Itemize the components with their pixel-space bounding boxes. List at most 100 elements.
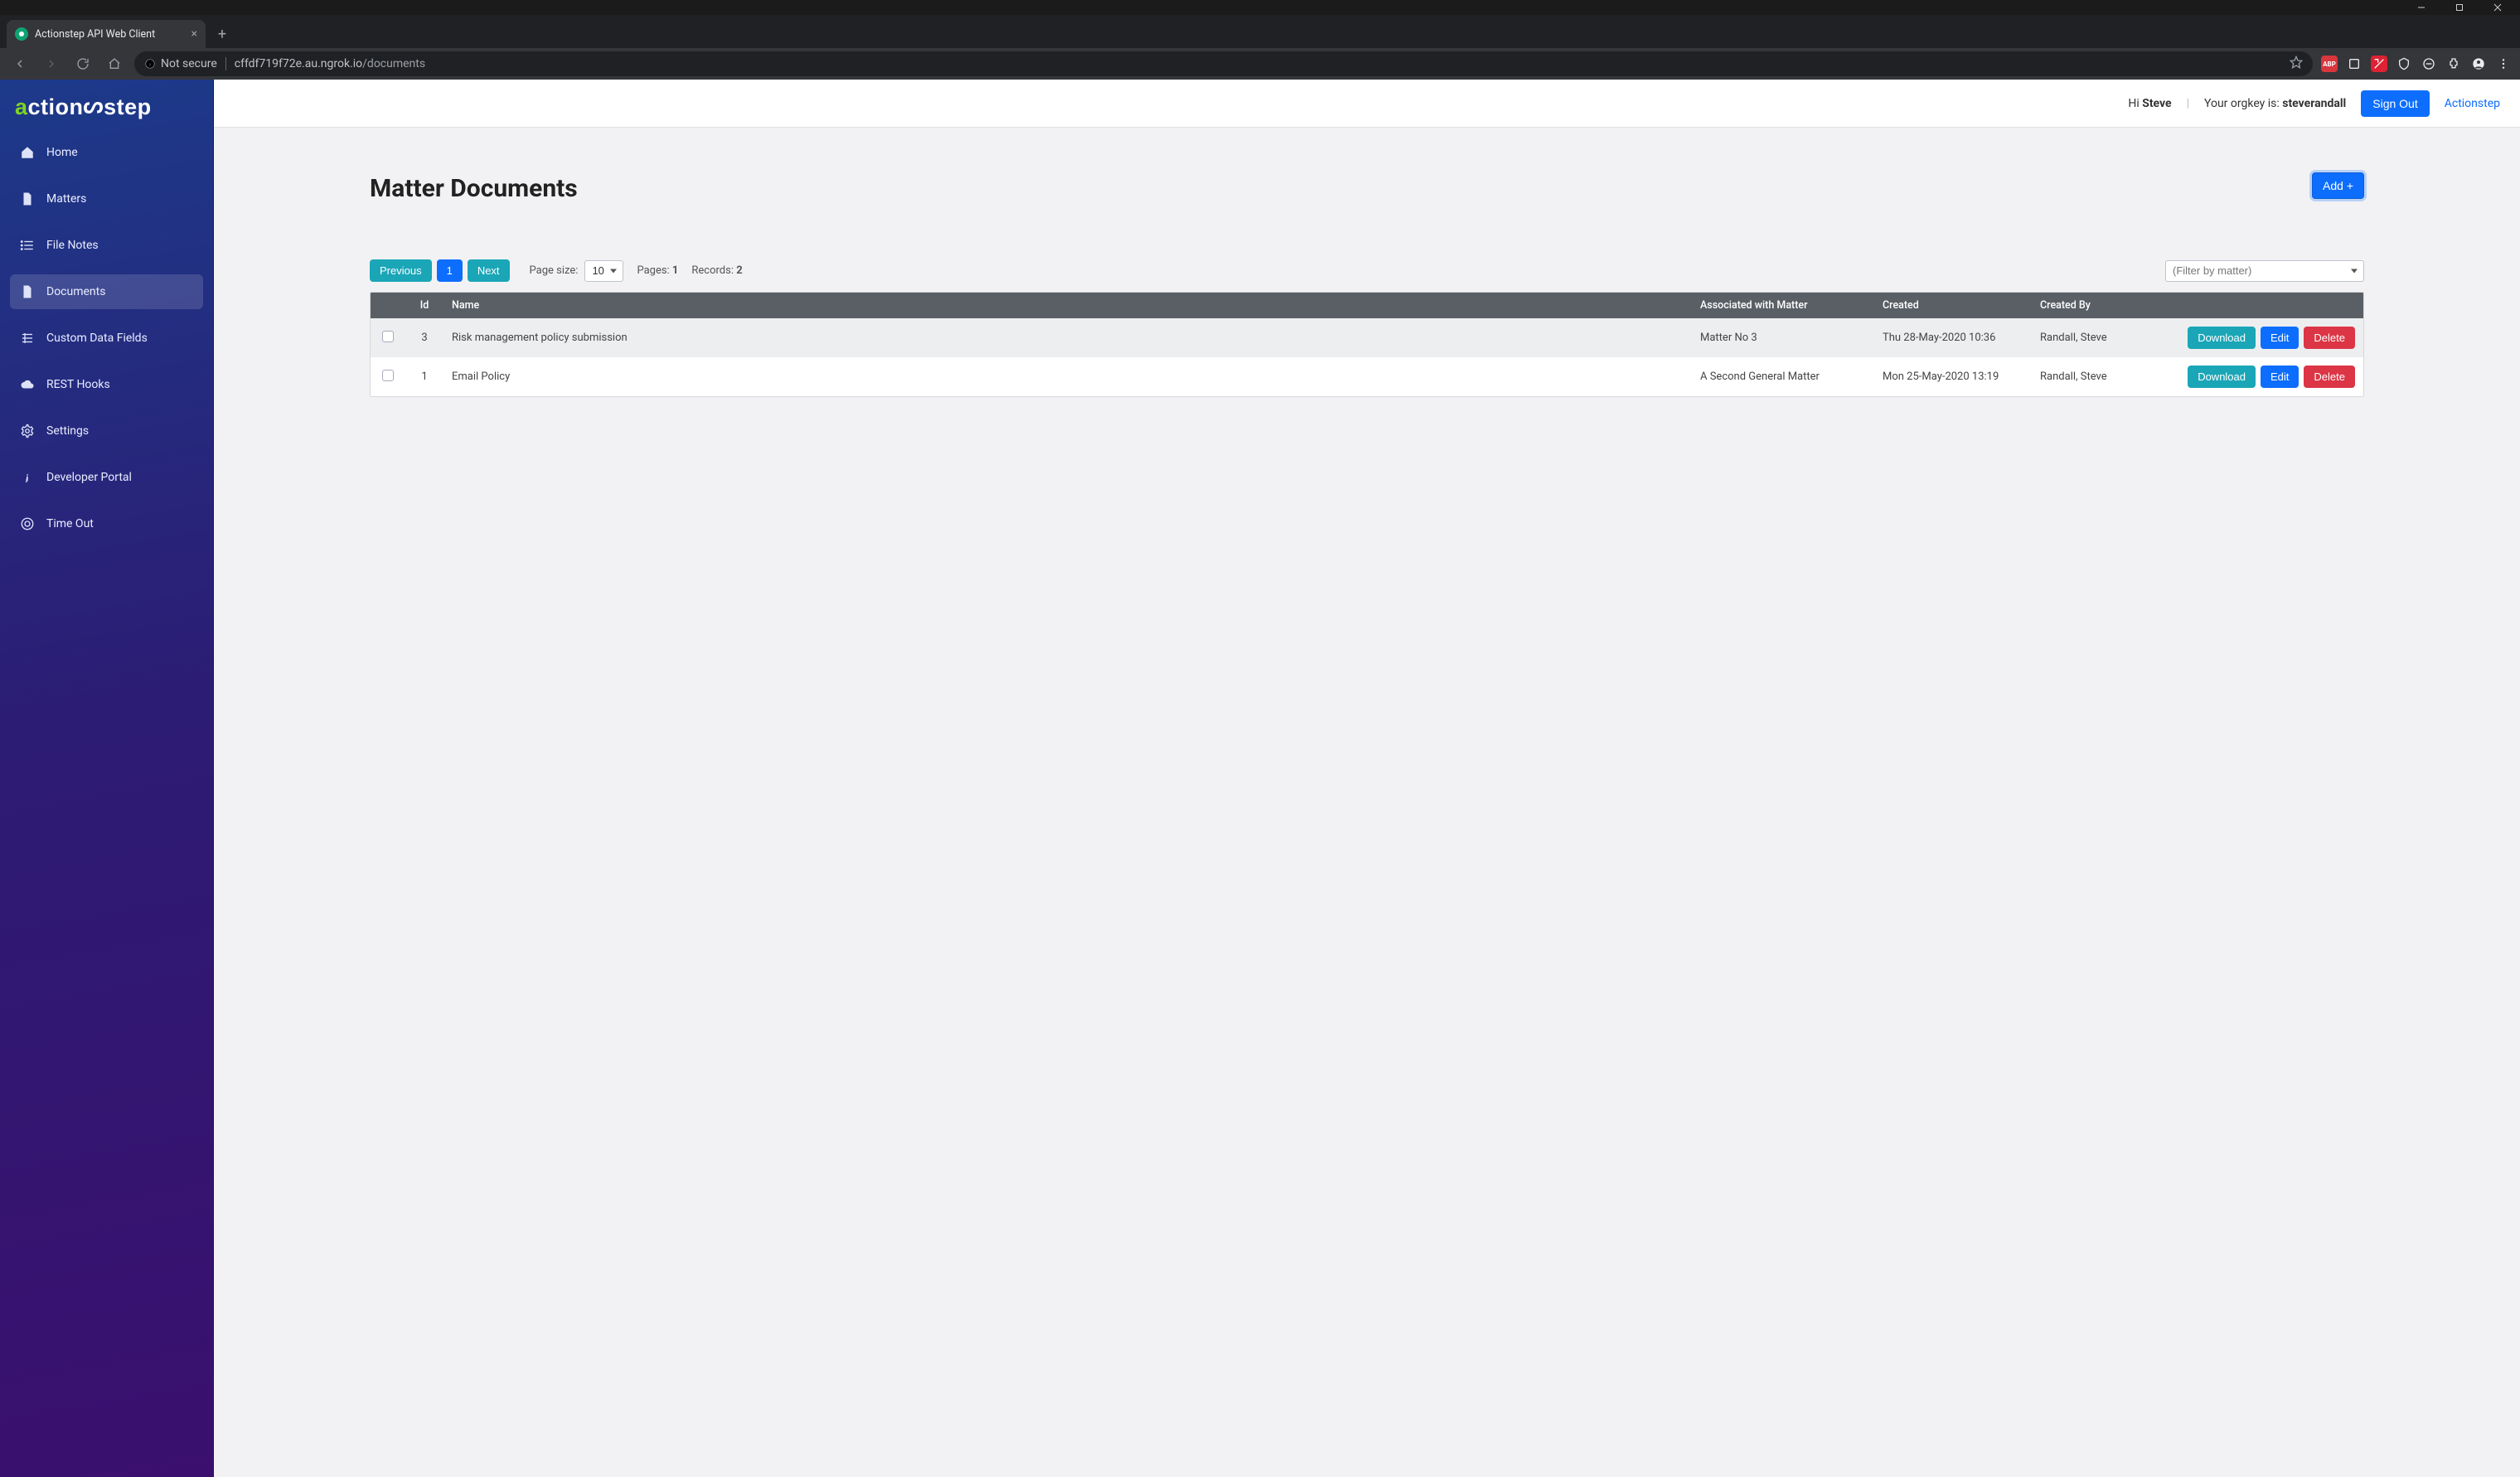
file-icon bbox=[20, 191, 35, 206]
download-button[interactable]: Download bbox=[2188, 366, 2256, 388]
sidebar-item-matters[interactable]: Matters bbox=[10, 182, 203, 216]
window-maximize[interactable] bbox=[2440, 0, 2479, 15]
pages-stat: Pages: 1 bbox=[637, 264, 678, 277]
brand-link[interactable]: Actionstep bbox=[2445, 97, 2500, 110]
browser-chrome: Actionstep API Web Client × + Not secure… bbox=[0, 0, 2520, 80]
sidebar-item-file-notes[interactable]: File Notes bbox=[10, 228, 203, 263]
reload-button[interactable] bbox=[71, 52, 94, 75]
tab-title: Actionstep API Web Client bbox=[35, 28, 155, 41]
target-icon bbox=[20, 516, 35, 531]
table-row: 3Risk management policy submissionMatter… bbox=[371, 318, 2363, 357]
main-area: Hi Steve | Your orgkey is: steverandall … bbox=[214, 80, 2520, 1477]
topbar: Hi Steve | Your orgkey is: steverandall … bbox=[214, 80, 2520, 128]
document-icon bbox=[20, 284, 35, 299]
home-icon bbox=[20, 145, 35, 160]
security-label: Not secure bbox=[161, 57, 217, 70]
extension-icon[interactable] bbox=[2371, 56, 2387, 72]
sidebar-item-documents[interactable]: Documents bbox=[10, 274, 203, 309]
sidebar-item-developer-portal[interactable]: i Developer Portal bbox=[10, 460, 203, 495]
records-stat: Records: 2 bbox=[691, 264, 742, 277]
previous-button[interactable]: Previous bbox=[370, 259, 432, 282]
content: Matter Documents Add + Previous 1 Next P… bbox=[214, 128, 2520, 397]
back-button[interactable] bbox=[8, 52, 32, 75]
tab-strip: Actionstep API Web Client × + bbox=[0, 15, 2520, 48]
sidebar-item-settings[interactable]: Settings bbox=[10, 414, 203, 448]
page-size-select[interactable]: 10 bbox=[584, 260, 623, 282]
sidebar-item-label: Matters bbox=[46, 192, 86, 206]
extension-abp-icon[interactable]: ABP bbox=[2321, 56, 2338, 72]
orgkey-display: Your orgkey is: steverandall bbox=[2204, 97, 2346, 110]
cell-created-by: Randall, Steve bbox=[2032, 357, 2156, 396]
extension-icon[interactable] bbox=[2346, 56, 2362, 72]
cell-id: 3 bbox=[405, 318, 443, 357]
gear-icon bbox=[20, 424, 35, 438]
list-icon bbox=[20, 238, 35, 253]
forward-button[interactable] bbox=[40, 52, 63, 75]
col-id: Id bbox=[405, 293, 443, 318]
tab-close-icon[interactable]: × bbox=[191, 27, 197, 41]
window-close[interactable] bbox=[2479, 0, 2517, 15]
pager: Previous 1 Next bbox=[370, 259, 510, 282]
cell-matter: Matter No 3 bbox=[1692, 318, 1874, 357]
next-button[interactable]: Next bbox=[468, 259, 510, 282]
cell-name: Risk management policy submission bbox=[443, 318, 1692, 357]
home-button[interactable] bbox=[103, 52, 126, 75]
cell-matter: A Second General Matter bbox=[1692, 357, 1874, 396]
url-text: cffdf719f72e.au.ngrok.io/documents bbox=[235, 57, 425, 70]
delete-button[interactable]: Delete bbox=[2304, 327, 2355, 349]
sidebar-item-label: Documents bbox=[46, 285, 105, 298]
col-name: Name bbox=[443, 293, 1692, 318]
sidebar-item-time-out[interactable]: Time Out bbox=[10, 506, 203, 541]
delete-button[interactable]: Delete bbox=[2304, 366, 2355, 388]
row-checkbox[interactable] bbox=[382, 370, 394, 381]
cell-id: 1 bbox=[405, 357, 443, 396]
extension-icon[interactable] bbox=[2396, 56, 2412, 72]
sign-out-button[interactable]: Sign Out bbox=[2361, 90, 2429, 117]
window-title-bar bbox=[0, 0, 2520, 15]
fields-icon bbox=[20, 331, 35, 346]
brand-logo: actionᔕstep bbox=[10, 91, 203, 135]
sidebar-item-custom-data-fields[interactable]: Custom Data Fields bbox=[10, 321, 203, 356]
page-size-label: Page size: bbox=[530, 264, 579, 277]
info-icon: i bbox=[20, 470, 35, 485]
sidebar-item-label: Developer Portal bbox=[46, 471, 132, 484]
col-matter: Associated with Matter bbox=[1692, 293, 1874, 318]
new-tab-button[interactable]: + bbox=[211, 22, 234, 46]
cell-created: Mon 25-May-2020 13:19 bbox=[1874, 357, 2032, 396]
cell-created: Thu 28-May-2020 10:36 bbox=[1874, 318, 2032, 357]
sidebar-item-home[interactable]: Home bbox=[10, 135, 203, 170]
sidebar-item-label: Settings bbox=[46, 424, 89, 438]
cell-name: Email Policy bbox=[443, 357, 1692, 396]
omnibox[interactable]: Not secure cffdf719f72e.au.ngrok.io/docu… bbox=[134, 51, 2313, 76]
chrome-menu-icon[interactable] bbox=[2495, 56, 2512, 72]
download-button[interactable]: Download bbox=[2188, 327, 2256, 349]
window-minimize[interactable] bbox=[2402, 0, 2440, 15]
sidebar-item-label: Time Out bbox=[46, 517, 94, 530]
documents-table: Id Name Associated with Matter Created C… bbox=[370, 292, 2364, 397]
greeting: Hi Steve bbox=[2128, 97, 2171, 110]
cell-created-by: Randall, Steve bbox=[2032, 318, 2156, 357]
extension-icon[interactable] bbox=[2421, 56, 2437, 72]
cloud-icon bbox=[20, 377, 35, 392]
sidebar-item-label: Home bbox=[46, 146, 78, 159]
list-controls: Previous 1 Next Page size: 10 Pages: 1 bbox=[370, 259, 2364, 282]
edit-button[interactable]: Edit bbox=[2261, 366, 2299, 388]
filter-by-matter-select[interactable]: (Filter by matter) bbox=[2165, 260, 2364, 282]
sidebar-item-rest-hooks[interactable]: REST Hooks bbox=[10, 367, 203, 402]
table-row: 1Email PolicyA Second General MatterMon … bbox=[371, 357, 2363, 396]
add-document-button[interactable]: Add + bbox=[2312, 172, 2364, 199]
favicon-icon bbox=[15, 27, 28, 41]
page-number-button[interactable]: 1 bbox=[437, 259, 463, 282]
browser-tab[interactable]: Actionstep API Web Client × bbox=[7, 20, 206, 48]
extensions-menu-icon[interactable] bbox=[2445, 56, 2462, 72]
row-checkbox[interactable] bbox=[382, 331, 394, 342]
page-title: Matter Documents bbox=[370, 174, 2364, 203]
col-created: Created bbox=[1874, 293, 2032, 318]
address-bar: Not secure cffdf719f72e.au.ngrok.io/docu… bbox=[0, 48, 2520, 80]
profile-avatar-icon[interactable] bbox=[2470, 56, 2487, 72]
edit-button[interactable]: Edit bbox=[2261, 327, 2299, 349]
bookmark-star-icon[interactable] bbox=[2290, 56, 2303, 72]
sidebar-item-label: REST Hooks bbox=[46, 378, 110, 391]
svg-text:i: i bbox=[26, 472, 29, 485]
app-shell: actionᔕstep Home Matters File Notes Docu… bbox=[0, 80, 2520, 1477]
